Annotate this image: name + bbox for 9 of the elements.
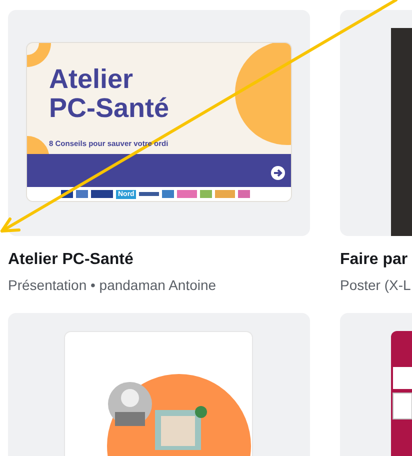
design-title[interactable]: Atelier PC-Santé xyxy=(8,251,310,269)
ring-shape xyxy=(27,43,51,67)
text-block xyxy=(393,367,412,389)
design-meta: Présentation • pandaman Antoine xyxy=(8,277,218,293)
slide-heading: Atelier PC-Santé xyxy=(49,65,170,123)
design-title[interactable]: Faire par xyxy=(340,251,412,269)
arrow-icon xyxy=(271,166,285,180)
design-meta: Poster (X-L xyxy=(340,277,412,293)
text-block xyxy=(392,392,412,420)
